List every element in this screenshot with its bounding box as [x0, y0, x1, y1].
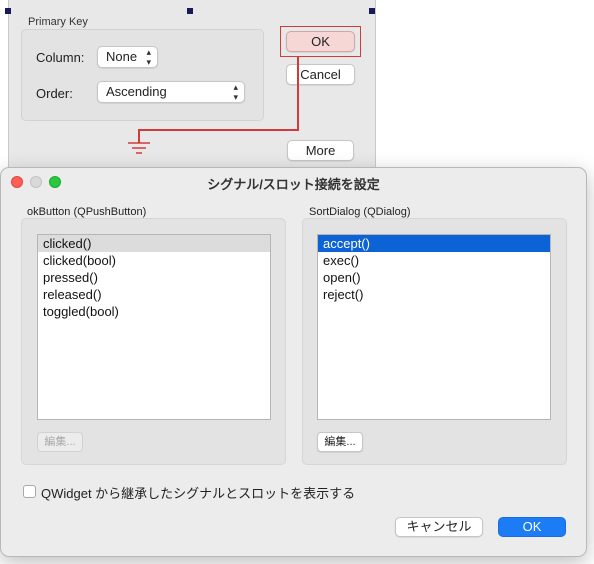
- cancel-button[interactable]: キャンセル: [395, 517, 483, 537]
- order-combo-value: Ascending: [106, 84, 167, 99]
- show-inherited-checkbox[interactable]: [23, 485, 36, 498]
- selection-handle[interactable]: [5, 8, 11, 14]
- list-item[interactable]: toggled(bool): [38, 303, 270, 320]
- column-combo-value: None: [106, 49, 138, 64]
- dialog-title: シグナル/スロット接続を設定: [207, 177, 380, 192]
- selection-handle[interactable]: [187, 8, 193, 14]
- dialog-titlebar: シグナル/スロット接続を設定: [1, 168, 586, 195]
- edit-signals-button[interactable]: 編集...: [37, 432, 83, 452]
- up-down-chevron-icon: ▴ ▾: [146, 47, 151, 67]
- column-label: Column:: [36, 50, 85, 65]
- ground-icon: [128, 142, 150, 154]
- list-item[interactable]: open(): [318, 269, 550, 286]
- connection-line: [138, 129, 299, 131]
- primary-key-group-title: Primary Key: [28, 16, 88, 28]
- list-item[interactable]: released(): [38, 286, 270, 303]
- list-item[interactable]: exec(): [318, 252, 550, 269]
- list-item[interactable]: clicked(): [38, 235, 270, 252]
- sender-title: okButton (QPushButton): [27, 206, 147, 218]
- form-more-button[interactable]: More: [287, 140, 354, 161]
- order-label: Order:: [36, 86, 73, 101]
- column-combo[interactable]: None ▴ ▾: [97, 46, 158, 68]
- list-item[interactable]: pressed(): [38, 269, 270, 286]
- order-combo[interactable]: Ascending ▴ ▾: [97, 81, 245, 103]
- list-item[interactable]: accept(): [318, 235, 550, 252]
- form-ok-button[interactable]: OK: [286, 31, 355, 52]
- selection-handle[interactable]: [369, 8, 375, 14]
- show-inherited-label: QWidget から継承したシグナルとスロットを表示する: [41, 486, 356, 501]
- connection-line: [297, 57, 299, 130]
- slots-list[interactable]: accept() exec() open() reject(): [317, 234, 551, 420]
- receiver-title: SortDialog (QDialog): [309, 206, 411, 218]
- list-item[interactable]: reject(): [318, 286, 550, 303]
- signals-list[interactable]: clicked() clicked(bool) pressed() releas…: [37, 234, 271, 420]
- ok-button[interactable]: OK: [498, 517, 566, 537]
- primary-key-group: [21, 29, 264, 121]
- up-down-chevron-icon: ▴ ▾: [233, 82, 238, 102]
- edit-slots-button[interactable]: 編集...: [317, 432, 363, 452]
- configure-connection-dialog: シグナル/スロット接続を設定 okButton (QPushButton) cl…: [0, 167, 587, 557]
- list-item[interactable]: clicked(bool): [38, 252, 270, 269]
